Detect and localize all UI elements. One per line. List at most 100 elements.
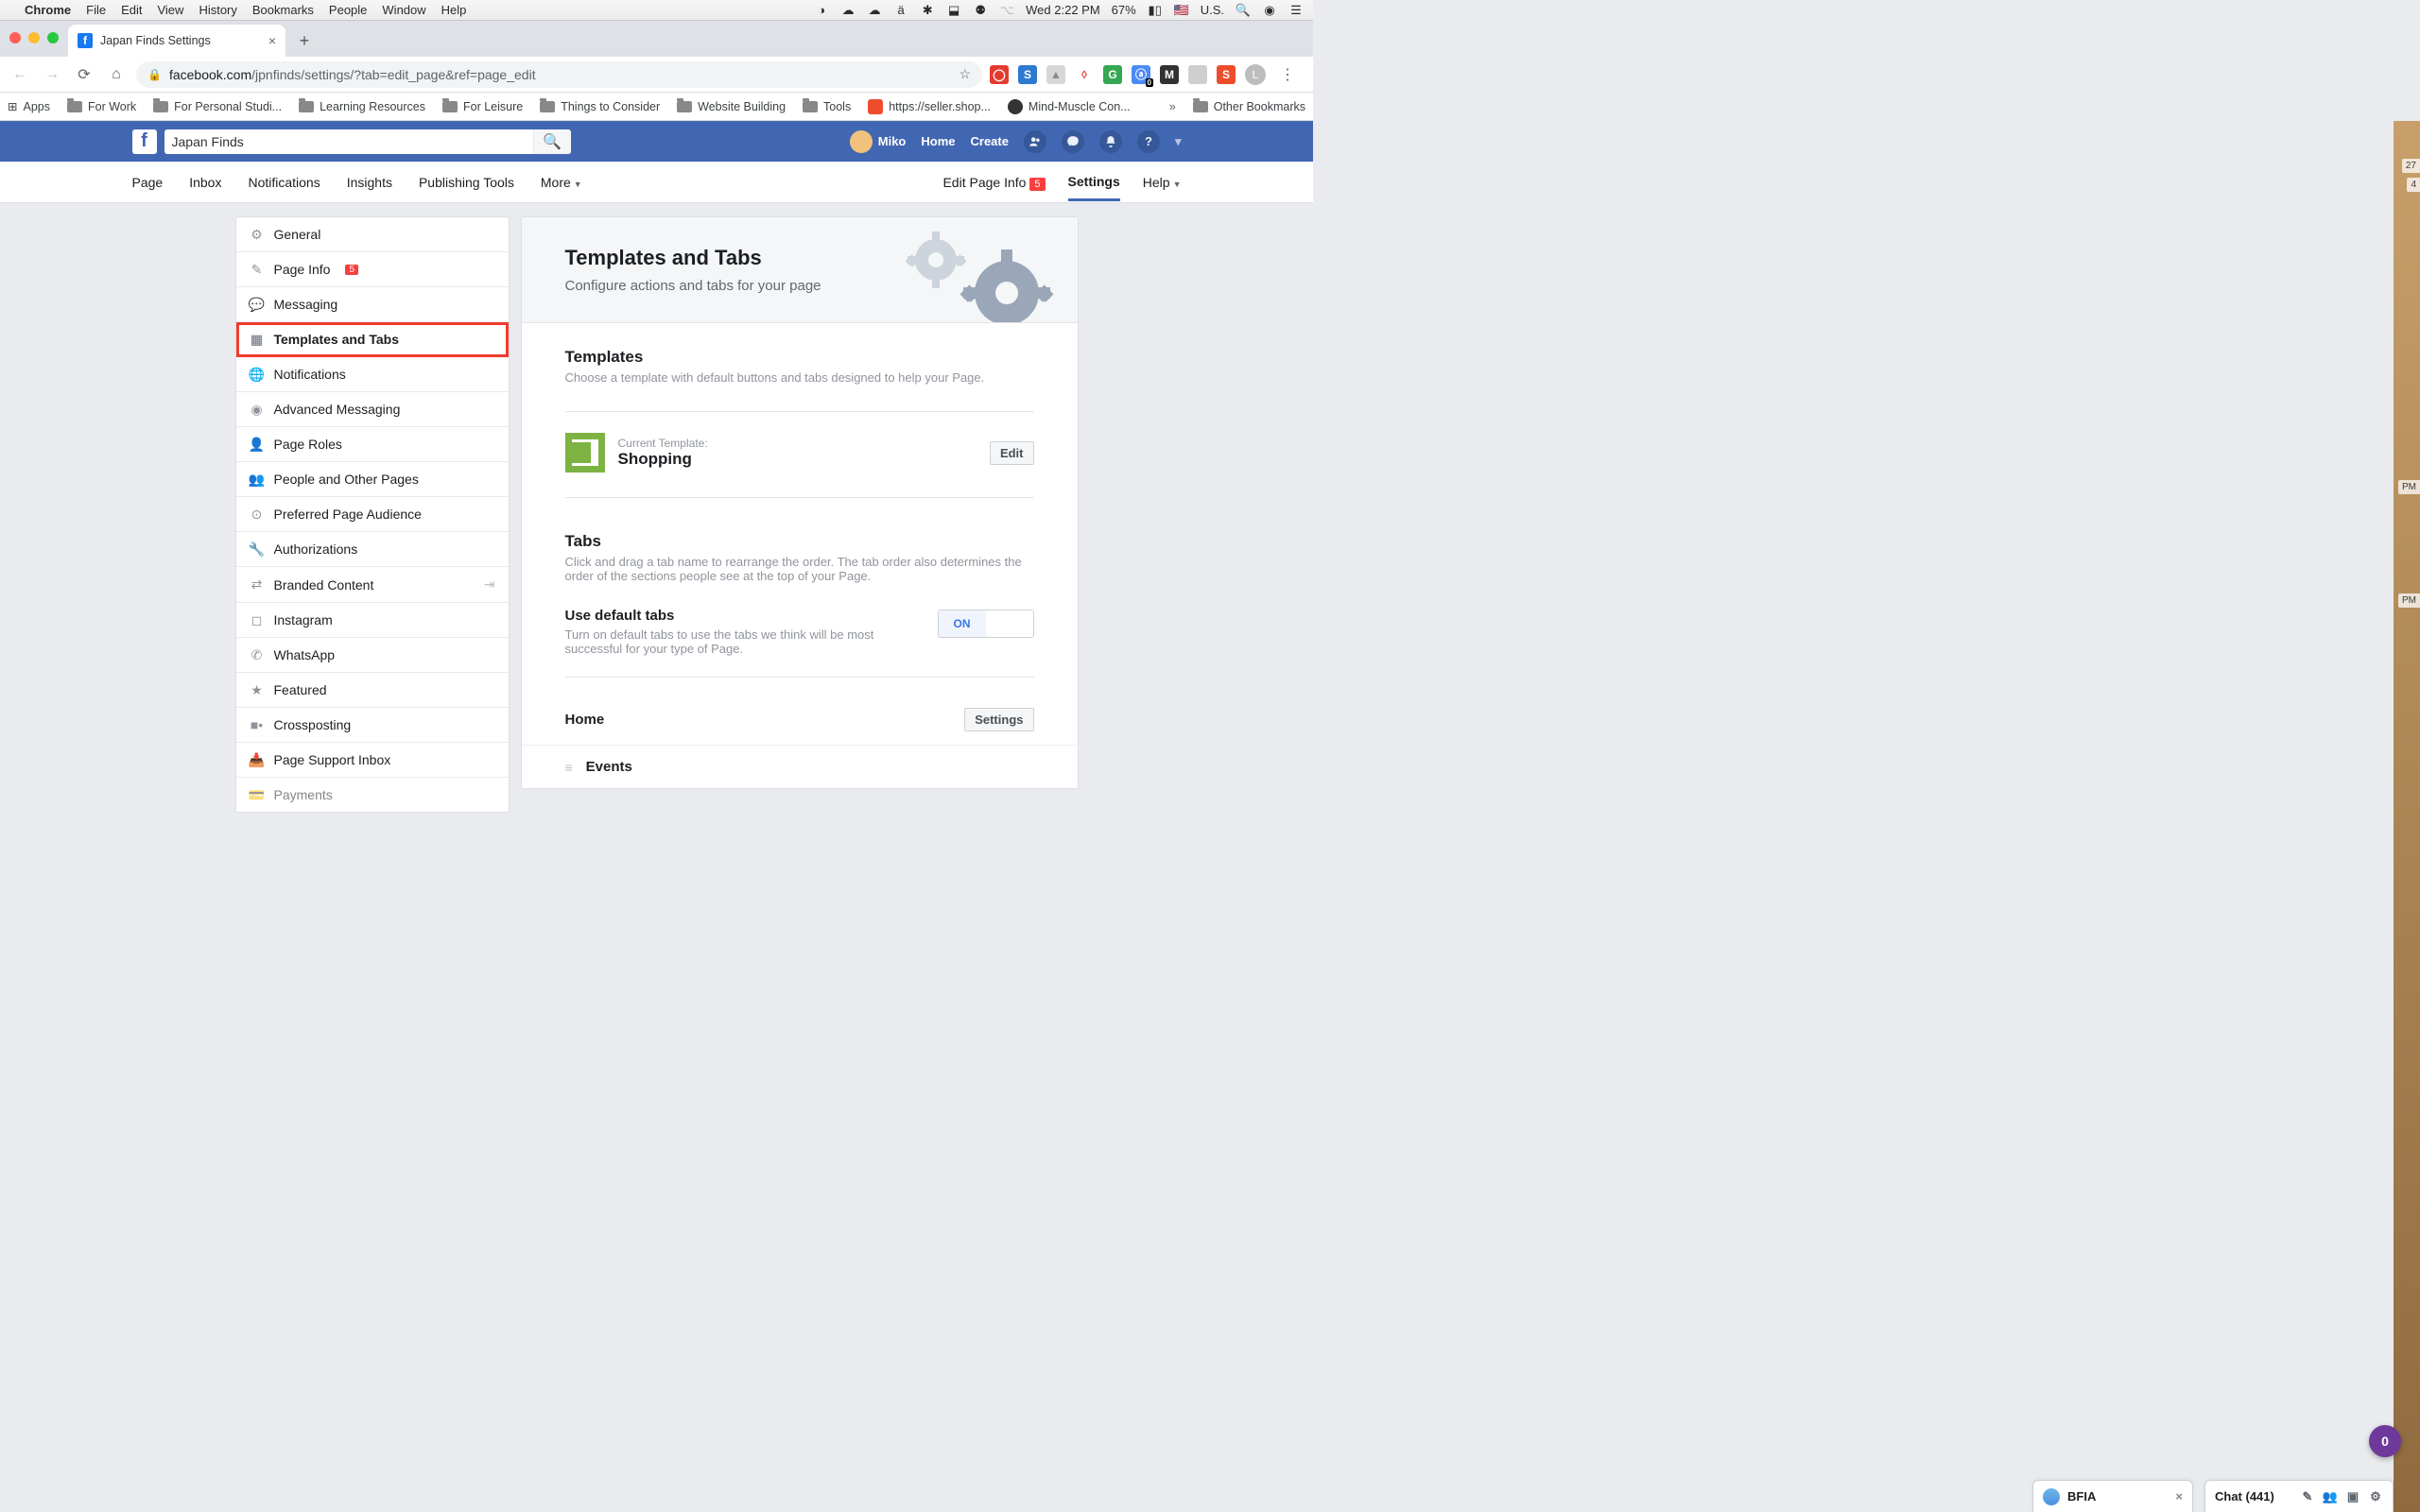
bookmark-folder[interactable]: For Leisure	[442, 100, 523, 113]
nav-home[interactable]: Home	[921, 134, 955, 148]
help-icon[interactable]: ?	[1137, 130, 1160, 153]
subnav-publishing[interactable]: Publishing Tools	[419, 163, 514, 201]
window-close[interactable]	[9, 32, 21, 43]
sidebar-item-advanced-messaging[interactable]: ◉Advanced Messaging	[236, 392, 509, 427]
menubar-flag-icon[interactable]: 🇺🇸	[1174, 3, 1189, 18]
ext-adblock-icon[interactable]: ◯	[990, 65, 1009, 84]
menubar-battery-icon[interactable]: ▮▯	[1148, 3, 1163, 18]
window-minimize[interactable]	[28, 32, 40, 43]
bookmark-link[interactable]: Mind-Muscle Con...	[1008, 99, 1131, 114]
edit-template-button[interactable]: Edit	[990, 441, 1034, 465]
chat-tab-main[interactable]: Chat (441) ✎ 👥 ▣ ⚙	[2204, 1480, 2394, 1512]
menubar-cloud-up-icon[interactable]: ☁	[840, 3, 856, 18]
bookmark-folder[interactable]: Tools	[803, 100, 851, 113]
new-tab-button[interactable]: +	[291, 27, 318, 54]
fb-search[interactable]: 🔍	[164, 129, 571, 154]
sidebar-item-templates-tabs[interactable]: ▦Templates and Tabs	[236, 322, 509, 357]
sidebar-item-notifications[interactable]: 🌐Notifications	[236, 357, 509, 392]
new-room-icon[interactable]: ▣	[2345, 1489, 2360, 1504]
fb-logo-icon[interactable]: f	[132, 129, 157, 154]
ext-mail-icon[interactable]: M	[1160, 65, 1179, 84]
chrome-profile-avatar[interactable]: L	[1245, 64, 1266, 85]
subnav-help[interactable]: Help▼	[1143, 163, 1182, 201]
ext-grammarly-icon[interactable]: G	[1103, 65, 1122, 84]
menu-edit[interactable]: Edit	[121, 3, 142, 17]
menubar-battery-pct[interactable]: 67%	[1112, 3, 1136, 17]
subnav-notifications[interactable]: Notifications	[248, 163, 320, 201]
sidebar-item-people[interactable]: 👥People and Other Pages	[236, 462, 509, 497]
bookmark-folder[interactable]: For Work	[67, 100, 136, 113]
tab-settings-button[interactable]: Settings	[964, 708, 1033, 731]
sidebar-item-messaging[interactable]: 💬Messaging	[236, 287, 509, 322]
nav-create[interactable]: Create	[971, 134, 1009, 148]
menubar-input-locale[interactable]: U.S.	[1201, 3, 1224, 17]
bookmark-apps[interactable]: ⊞Apps	[8, 99, 50, 113]
subnav-more[interactable]: More▼	[541, 163, 582, 201]
subnav-insights[interactable]: Insights	[347, 163, 392, 201]
menubar-app[interactable]: Chrome	[25, 3, 71, 17]
ext-shopee-icon[interactable]: S	[1217, 65, 1236, 84]
menubar-spotlight-icon[interactable]: 🔍	[1236, 3, 1251, 18]
window-zoom[interactable]	[47, 32, 59, 43]
chrome-menu-icon[interactable]: ⋮	[1275, 62, 1300, 87]
bookmark-star-icon[interactable]: ☆	[959, 66, 971, 82]
home-button[interactable]: ⌂	[104, 62, 129, 87]
bookmark-folder[interactable]: For Personal Studi...	[153, 100, 282, 113]
sidebar-item-branded-content[interactable]: ⇄Branded Content⇥	[236, 567, 509, 603]
people-icon[interactable]: 👥	[2323, 1489, 2338, 1504]
menu-file[interactable]: File	[86, 3, 106, 17]
chat-tab-bfia[interactable]: BFIA ×	[2032, 1480, 2193, 1512]
browser-tab[interactable]: f Japan Finds Settings ×	[68, 25, 285, 57]
fb-profile-link[interactable]: Miko	[850, 130, 907, 153]
sidebar-item-payments[interactable]: 💳Payments	[236, 778, 509, 812]
menubar-clock[interactable]: Wed 2:22 PM	[1026, 3, 1100, 17]
menubar-cloud-down-icon[interactable]: ☁	[867, 3, 882, 18]
bookmark-folder[interactable]: Learning Resources	[299, 100, 425, 113]
subnav-edit-page-info[interactable]: Edit Page Info5	[942, 163, 1045, 201]
address-bar[interactable]: 🔒 facebook.com/jpnfinds/settings/?tab=ed…	[136, 61, 982, 88]
menu-view[interactable]: View	[157, 3, 183, 17]
bookmark-link[interactable]: https://seller.shop...	[868, 99, 991, 114]
menu-history[interactable]: History	[199, 3, 236, 17]
menubar-dropbox-icon[interactable]: ⬓	[946, 3, 961, 18]
subnav-page[interactable]: Page	[132, 163, 164, 201]
menubar-avast-icon[interactable]: ä	[893, 3, 908, 18]
menu-window[interactable]: Window	[382, 3, 425, 17]
tab-row-events[interactable]: ≡Events	[522, 745, 1078, 788]
menubar-icon-1[interactable]: ◑	[814, 3, 829, 18]
compose-icon[interactable]: ✎	[2300, 1489, 2315, 1504]
ext-brave-icon[interactable]: ◊	[1075, 65, 1094, 84]
sidebar-item-authorizations[interactable]: 🔧Authorizations	[236, 532, 509, 567]
ext-skype-icon[interactable]: S	[1018, 65, 1037, 84]
menu-help[interactable]: Help	[441, 3, 467, 17]
menubar-evernote-icon[interactable]: ✱	[920, 3, 935, 18]
forward-button[interactable]: →	[40, 62, 64, 87]
ext-translate-icon[interactable]: ⓐ0	[1132, 65, 1150, 84]
sidebar-item-general[interactable]: ⚙General	[236, 217, 509, 252]
gear-icon[interactable]: ⚙	[2368, 1489, 2383, 1504]
menubar-wifi-icon[interactable]: ⚉	[973, 3, 988, 18]
subnav-settings[interactable]: Settings	[1068, 163, 1120, 201]
notifications-icon[interactable]	[1099, 130, 1122, 153]
notification-bubble[interactable]: 0	[2369, 1425, 2401, 1457]
menubar-siri-icon[interactable]: ◉	[1262, 3, 1277, 18]
sidebar-item-page-info[interactable]: ✎Page Info5	[236, 252, 509, 287]
menubar-notifications-icon[interactable]: ☰	[1288, 3, 1304, 18]
sidebar-item-whatsapp[interactable]: ✆WhatsApp	[236, 638, 509, 673]
drag-handle-icon[interactable]: ≡	[565, 760, 573, 775]
reload-button[interactable]: ⟳	[72, 62, 96, 87]
menu-people[interactable]: People	[329, 3, 367, 17]
bookmark-folder[interactable]: Things to Consider	[540, 100, 660, 113]
subnav-inbox[interactable]: Inbox	[189, 163, 221, 201]
search-button[interactable]: 🔍	[533, 129, 571, 154]
account-caret-icon[interactable]: ▾	[1175, 134, 1182, 149]
sidebar-item-instagram[interactable]: ◻Instagram	[236, 603, 509, 638]
friends-icon[interactable]	[1024, 130, 1046, 153]
sidebar-item-page-support-inbox[interactable]: 📥Page Support Inbox	[236, 743, 509, 778]
menubar-bluetooth-icon[interactable]: ⌥	[999, 3, 1014, 18]
sidebar-item-crossposting[interactable]: ■•Crossposting	[236, 708, 509, 743]
menu-bookmarks[interactable]: Bookmarks	[252, 3, 314, 17]
other-bookmarks[interactable]: Other Bookmarks	[1193, 100, 1305, 113]
tab-close-icon[interactable]: ×	[268, 33, 276, 48]
ext-generic-icon[interactable]	[1188, 65, 1207, 84]
